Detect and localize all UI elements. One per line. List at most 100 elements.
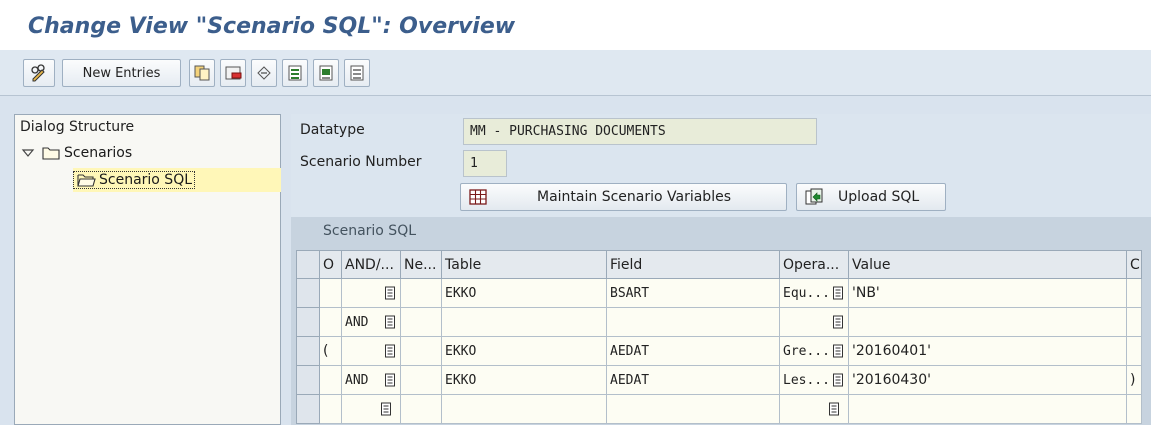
select-all-button[interactable] — [282, 59, 308, 87]
expand-triangle-icon[interactable] — [21, 147, 35, 159]
value-help-icon[interactable] — [832, 286, 844, 300]
value-help-icon[interactable] — [384, 373, 396, 387]
deselect-all-button[interactable] — [344, 59, 370, 87]
table-row: EKKO BSART Equ... 'NB' — [296, 278, 1142, 308]
operator-value: Gre... — [783, 343, 830, 359]
field-cell[interactable] — [606, 307, 780, 337]
negation-cell[interactable] — [400, 394, 442, 424]
operator-cell[interactable]: Gre... — [779, 336, 849, 366]
scenario-sql-table-area: Scenario SQL O AND/... Ne... Table Field… — [291, 217, 1151, 425]
row-selector[interactable] — [296, 365, 320, 395]
value-cell[interactable]: 'NB' — [848, 278, 1127, 308]
undo-change-button[interactable] — [251, 59, 277, 87]
open-bracket-cell[interactable] — [319, 278, 342, 308]
column-header-field[interactable]: Field — [606, 250, 780, 279]
close-bracket-cell[interactable] — [1126, 278, 1142, 308]
table-caption: Scenario SQL — [323, 223, 417, 239]
operator-cell[interactable] — [779, 307, 849, 337]
delete-button[interactable] — [220, 59, 246, 87]
and-or-cell[interactable]: AND — [341, 365, 401, 395]
scenario-number-label: Scenario Number — [300, 154, 422, 170]
row-selector[interactable] — [296, 336, 320, 366]
upload-icon — [805, 188, 823, 205]
value-cell[interactable] — [848, 307, 1127, 337]
operator-cell[interactable] — [779, 394, 849, 424]
copy-as-button[interactable] — [189, 59, 215, 87]
datatype-label: Datatype — [300, 122, 365, 138]
negation-cell[interactable] — [400, 278, 442, 308]
column-header-c[interactable]: C — [1126, 250, 1142, 279]
column-header-table[interactable]: Table — [441, 250, 607, 279]
open-bracket-cell[interactable]: ( — [319, 336, 342, 366]
negation-cell[interactable] — [400, 307, 442, 337]
row-selector[interactable] — [296, 307, 320, 337]
value-help-icon[interactable] — [380, 402, 392, 416]
select-block-button[interactable] — [313, 59, 339, 87]
value-help-icon[interactable] — [384, 344, 396, 358]
field-cell[interactable]: BSART — [606, 278, 780, 308]
column-header-value[interactable]: Value — [848, 250, 1127, 279]
negation-cell[interactable] — [400, 336, 442, 366]
value-cell[interactable]: '20160401' — [848, 336, 1127, 366]
tree-item-scenario-sql[interactable]: Scenario SQL — [73, 168, 281, 192]
row-selector[interactable] — [296, 278, 320, 308]
close-bracket-cell[interactable]: ) — [1126, 365, 1142, 395]
table-row: AND — [296, 307, 1142, 337]
field-cell[interactable]: AEDAT — [606, 336, 780, 366]
column-header-operator[interactable]: Opera... — [779, 250, 849, 279]
value-help-icon[interactable] — [832, 315, 844, 329]
row-selector[interactable] — [296, 394, 320, 424]
value-cell[interactable]: '20160430' — [848, 365, 1127, 395]
upload-sql-button[interactable]: Upload SQL — [796, 183, 946, 211]
table-cell[interactable]: EKKO — [441, 278, 607, 308]
table-cell[interactable] — [441, 394, 607, 424]
display-change-button[interactable] — [23, 59, 55, 87]
tree-item-label: Scenario SQL — [99, 172, 193, 188]
value-help-icon[interactable] — [832, 373, 844, 387]
operator-cell[interactable]: Les... — [779, 365, 849, 395]
scenario-number-field[interactable]: 1 — [463, 150, 507, 177]
and-or-value: AND — [345, 372, 369, 388]
delete-row-icon — [225, 66, 242, 80]
tree-item-scenarios[interactable]: Scenarios — [21, 145, 132, 161]
table-cell[interactable]: EKKO — [441, 336, 607, 366]
value-cell[interactable] — [848, 394, 1127, 424]
negation-cell[interactable] — [400, 365, 442, 395]
value-help-icon[interactable] — [384, 315, 396, 329]
column-header-negation[interactable]: Ne... — [400, 250, 442, 279]
datatype-field[interactable]: MM - PURCHASING DOCUMENTS — [463, 118, 817, 145]
table-cell[interactable] — [441, 307, 607, 337]
and-or-cell[interactable] — [341, 394, 401, 424]
main-area: Dialog Structure Scenarios Scenario SQL — [0, 96, 1151, 425]
and-or-cell[interactable] — [341, 278, 401, 308]
close-bracket-cell[interactable] — [1126, 307, 1142, 337]
value-help-icon[interactable] — [832, 344, 844, 358]
new-entries-button[interactable]: New Entries — [62, 59, 181, 87]
page-title: Change View "Scenario SQL": Overview — [28, 14, 516, 39]
value-help-icon[interactable] — [828, 402, 840, 416]
column-header-o[interactable]: O — [319, 250, 342, 279]
glasses-pencil-icon — [31, 64, 45, 82]
and-or-cell[interactable]: AND — [341, 307, 401, 337]
field-cell[interactable] — [606, 394, 780, 424]
maintain-scenario-variables-label: Maintain Scenario Variables — [537, 189, 731, 205]
value-help-icon[interactable] — [384, 286, 396, 300]
close-bracket-cell[interactable] — [1126, 394, 1142, 424]
select-all-rows-cell[interactable] — [296, 250, 320, 279]
table-cell[interactable]: EKKO — [441, 365, 607, 395]
and-or-cell[interactable] — [341, 336, 401, 366]
upload-sql-label: Upload SQL — [838, 189, 920, 205]
operator-cell[interactable]: Equ... — [779, 278, 849, 308]
open-bracket-cell[interactable] — [319, 365, 342, 395]
deselect-all-icon — [350, 65, 364, 81]
maintain-scenario-variables-button[interactable]: Maintain Scenario Variables — [460, 183, 787, 211]
tree-item-selected-label: Scenario SQL — [73, 171, 196, 189]
undo-icon — [257, 66, 271, 80]
open-bracket-cell[interactable] — [319, 394, 342, 424]
table-row: AND EKKO AEDAT Les... '20160430' ) — [296, 365, 1142, 395]
column-header-and-or[interactable]: AND/... — [341, 250, 401, 279]
open-bracket-cell[interactable] — [319, 307, 342, 337]
folder-icon — [42, 147, 60, 160]
field-cell[interactable]: AEDAT — [606, 365, 780, 395]
close-bracket-cell[interactable] — [1126, 336, 1142, 366]
